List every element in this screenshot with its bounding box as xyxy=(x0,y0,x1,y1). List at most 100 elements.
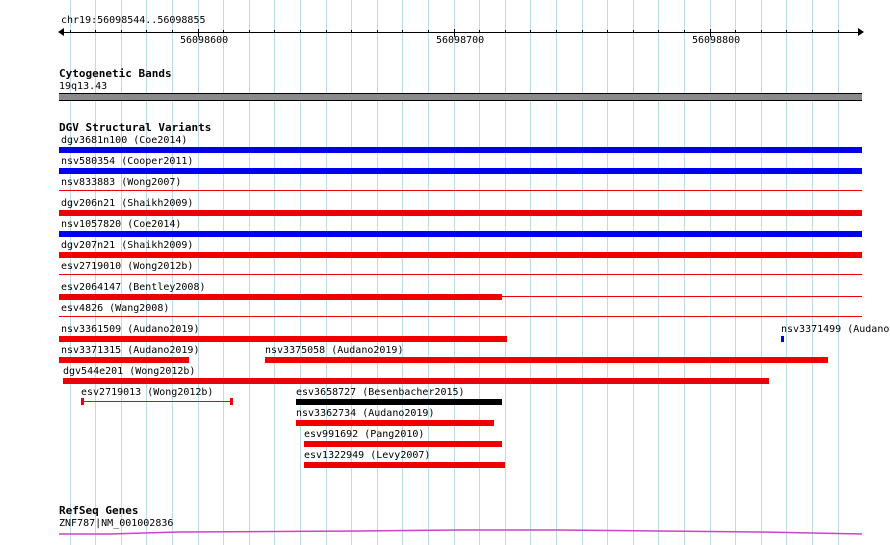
gene-exon-line[interactable] xyxy=(59,529,862,535)
variant-bar[interactable] xyxy=(59,147,862,153)
variant-label: esv2064147 (Bentley2008) xyxy=(61,282,206,293)
ruler-minor-tick xyxy=(607,30,608,33)
scroll-left-arrow-icon[interactable] xyxy=(58,28,64,36)
ruler-minor-tick xyxy=(786,30,787,33)
variant-label: esv3658727 (Besenbacher2015) xyxy=(296,387,465,398)
variant-bar[interactable] xyxy=(81,401,233,402)
ruler-tick-label: 56098600 xyxy=(180,35,229,46)
variant-bar[interactable] xyxy=(296,399,502,405)
ruler-minor-tick xyxy=(582,30,583,33)
grid-line xyxy=(838,0,839,545)
ruler-axis[interactable] xyxy=(61,32,862,33)
variant-label: nsv3371315 (Audano2019) xyxy=(61,345,200,356)
ruler-minor-tick xyxy=(761,30,762,33)
scroll-right-arrow-icon[interactable] xyxy=(858,28,864,36)
variant-label: esv1322949 (Levy2007) xyxy=(304,450,431,461)
variant-label: nsv833883 (Wong2007) xyxy=(61,177,182,188)
grid-line xyxy=(530,0,531,545)
ruler-minor-tick xyxy=(812,30,813,33)
variant-bar[interactable] xyxy=(59,190,862,191)
ruler-minor-tick xyxy=(274,30,275,33)
grid-line xyxy=(812,0,813,545)
ruler-minor-tick xyxy=(428,30,429,33)
genome-browser-view: chr19:56098544..56098855 56098600 560987… xyxy=(0,0,890,545)
grid-line xyxy=(582,0,583,545)
variant-bar[interactable] xyxy=(59,274,862,275)
ruler-location: chr19:56098544..56098855 xyxy=(61,15,206,26)
grid-line xyxy=(274,0,275,545)
variant-bar-end-cap[interactable] xyxy=(230,398,233,405)
variant-label: nsv1057820 (Coe2014) xyxy=(61,219,182,230)
variant-label: nsv3361509 (Audano2019) xyxy=(61,324,200,335)
ruler-tick-label: 56098800 xyxy=(692,35,741,46)
variant-bar-tail[interactable] xyxy=(502,296,862,297)
ruler-minor-tick xyxy=(249,30,250,33)
variant-bar[interactable] xyxy=(296,420,494,426)
variant-bar[interactable] xyxy=(59,168,862,174)
track-title-cytoband: Cytogenetic Bands xyxy=(59,67,172,80)
ruler-minor-tick xyxy=(402,30,403,33)
variant-bar[interactable] xyxy=(59,316,862,317)
grid-line xyxy=(710,0,711,545)
grid-line xyxy=(633,0,634,545)
grid-line xyxy=(300,0,301,545)
grid-line xyxy=(121,0,122,545)
ruler-minor-tick xyxy=(172,30,173,33)
grid-line xyxy=(172,0,173,545)
ruler-minor-tick xyxy=(838,30,839,33)
grid-line xyxy=(761,0,762,545)
variant-bar[interactable] xyxy=(59,210,862,216)
ruler-minor-tick xyxy=(556,30,557,33)
grid-line xyxy=(658,0,659,545)
variant-bar[interactable] xyxy=(63,378,769,384)
variant-bar[interactable] xyxy=(59,357,189,363)
ruler-minor-tick xyxy=(95,30,96,33)
variant-bar[interactable] xyxy=(265,357,828,363)
ruler-minor-tick xyxy=(223,30,224,33)
variant-label: nsv580354 (Cooper2011) xyxy=(61,156,194,167)
ruler-minor-tick xyxy=(684,30,685,33)
ruler-minor-tick xyxy=(377,30,378,33)
grid-line xyxy=(146,0,147,545)
ruler-minor-tick xyxy=(326,30,327,33)
ruler-minor-tick xyxy=(658,30,659,33)
grid-line xyxy=(556,0,557,545)
variant-label: esv4826 (Wang2008) xyxy=(61,303,170,314)
variant-bar[interactable] xyxy=(59,252,862,258)
ruler-minor-tick xyxy=(351,30,352,33)
track-title-dgv: DGV Structural Variants xyxy=(59,121,212,134)
grid-line xyxy=(249,0,250,545)
variant-bar[interactable] xyxy=(304,441,502,447)
variant-bar[interactable] xyxy=(59,294,502,300)
variant-label: esv2719010 (Wong2012b) xyxy=(61,261,194,272)
variant-label: dgv207n21 (Shaikh2009) xyxy=(61,240,194,251)
ruler-minor-tick xyxy=(735,30,736,33)
variant-label: nsv3371499 (Audano2019) xyxy=(781,324,890,335)
variant-label: nsv3375058 (Audano2019) xyxy=(265,345,404,356)
ruler-minor-tick xyxy=(633,30,634,33)
grid-line xyxy=(735,0,736,545)
grid-line xyxy=(198,0,199,545)
variant-label: dgv3681n100 (Coe2014) xyxy=(61,135,188,146)
grid-line xyxy=(505,0,506,545)
cytoband-bar[interactable] xyxy=(59,93,862,101)
grid-line xyxy=(684,0,685,545)
variant-label: nsv3362734 (Audano2019) xyxy=(296,408,435,419)
variant-bar[interactable] xyxy=(59,336,507,342)
variant-label: esv991692 (Pang2010) xyxy=(304,429,425,440)
cytoband-label: 19q13.43 xyxy=(59,81,108,92)
ruler-minor-tick xyxy=(479,30,480,33)
grid-line xyxy=(223,0,224,545)
ruler-minor-tick xyxy=(70,30,71,33)
variant-bar-start-cap[interactable] xyxy=(81,398,84,405)
variant-bar[interactable] xyxy=(781,336,784,342)
ruler-tick-label: 56098700 xyxy=(436,35,485,46)
variant-label: dgv206n21 (Shaikh2009) xyxy=(61,198,194,209)
gene-model[interactable] xyxy=(59,525,862,539)
ruler-minor-tick xyxy=(146,30,147,33)
ruler-minor-tick xyxy=(121,30,122,33)
grid-line xyxy=(786,0,787,545)
variant-bar[interactable] xyxy=(59,231,862,237)
variant-label: dgv544e201 (Wong2012b) xyxy=(63,366,196,377)
variant-bar[interactable] xyxy=(304,462,505,468)
